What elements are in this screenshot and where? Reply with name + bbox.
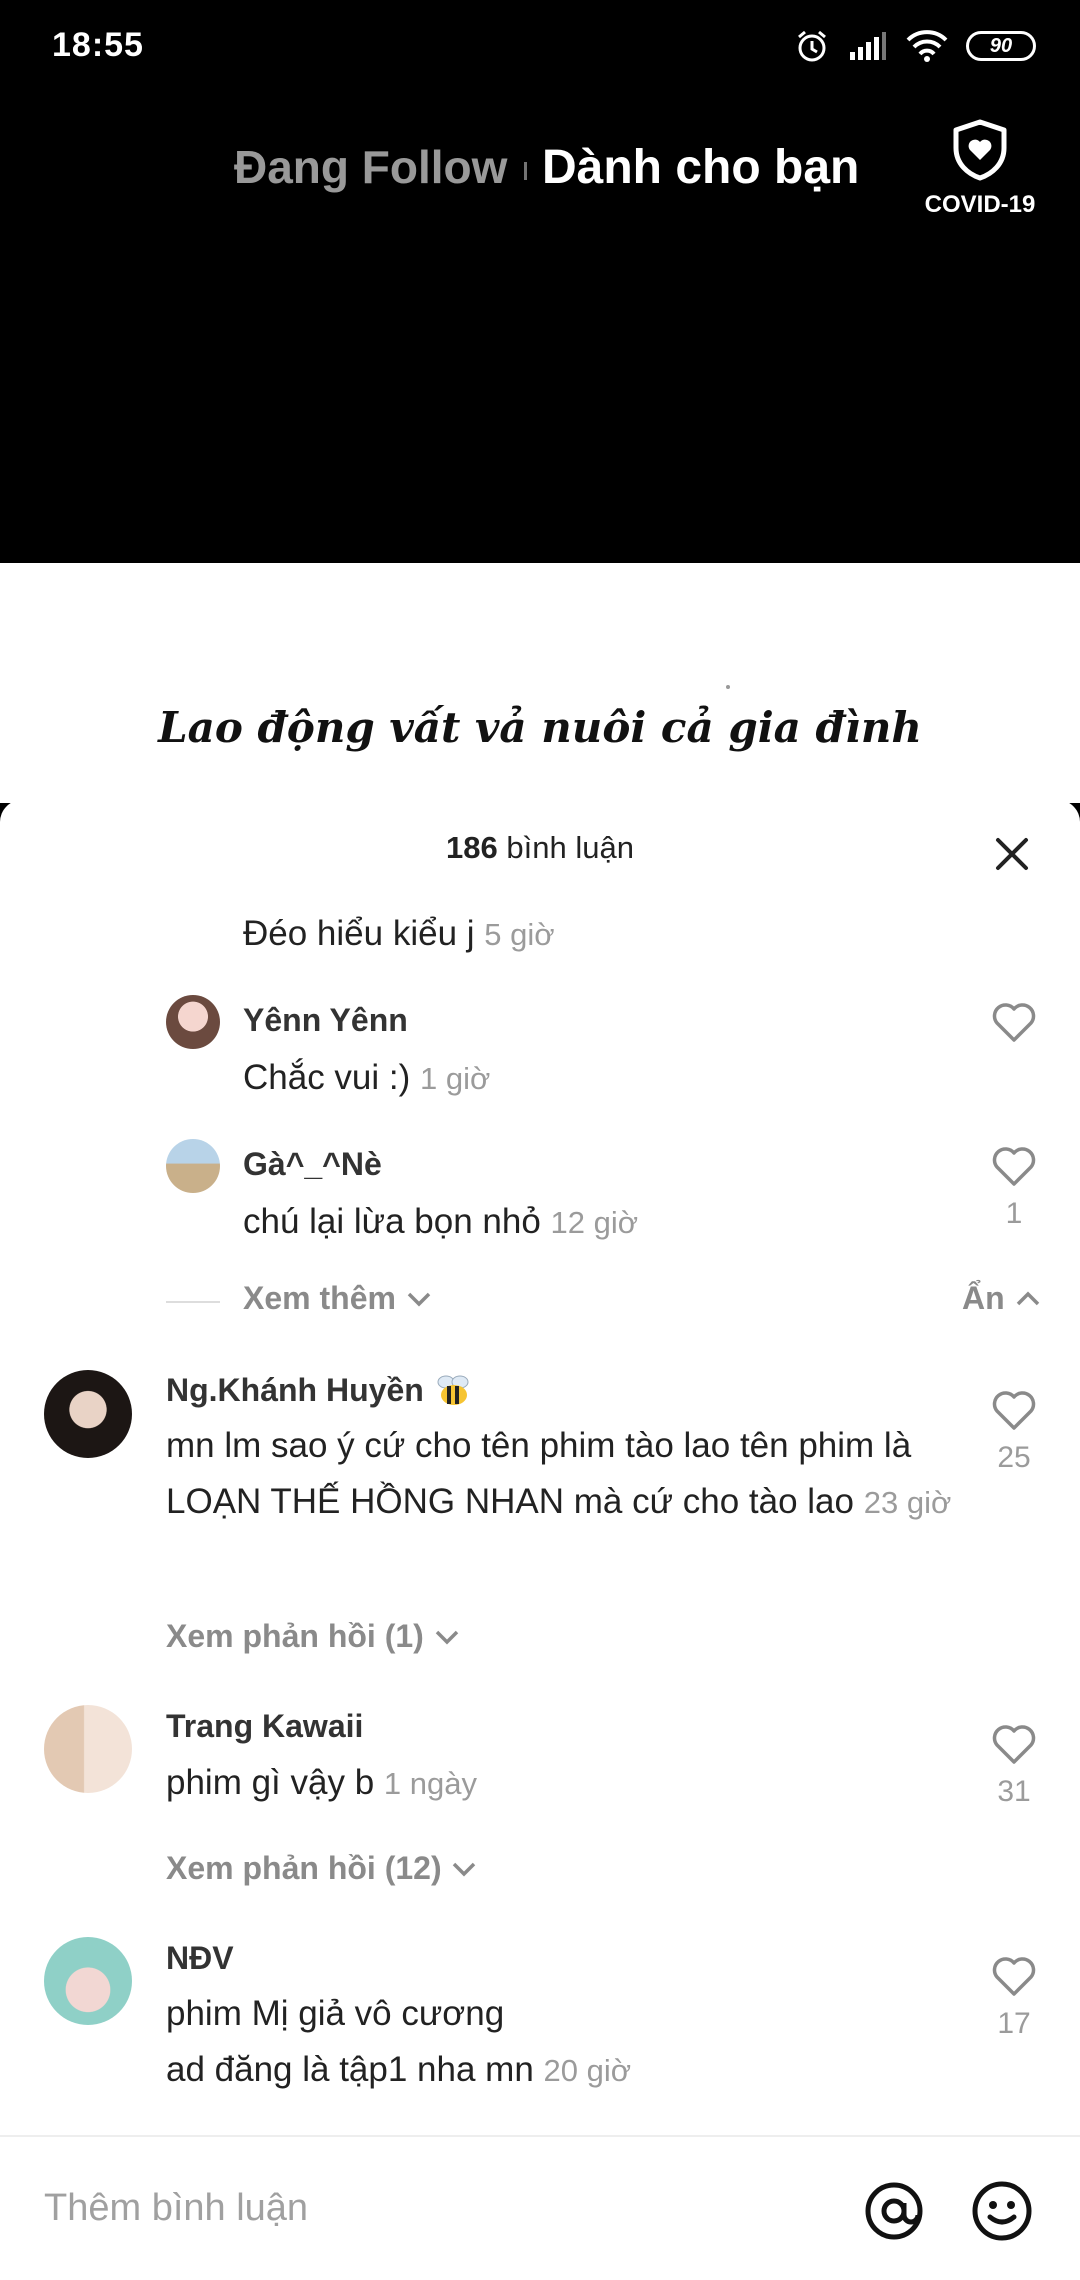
- comment-text: mn lm sao ý cứ cho tên phim tào lao tên …: [166, 1426, 912, 1521]
- shield-heart-icon: [953, 119, 1007, 181]
- video-frame[interactable]: Lao động vất vả nuôi cả gia đình: [0, 563, 1080, 803]
- covid-label: COVID-19: [924, 191, 1036, 218]
- heart-icon: [992, 1725, 1036, 1764]
- like-button[interactable]: 1: [985, 1146, 1043, 1231]
- bee-emoji: [437, 1375, 469, 1405]
- comment-time: 12 giờ: [550, 1205, 639, 1240]
- comment-input-bar: [0, 2135, 1080, 2280]
- comment-time: 1 ngày: [383, 1766, 477, 1801]
- comment-text-wrap: phim Mị giả vô cương ad đăng là tập1 nha…: [166, 1986, 631, 2099]
- tab-following[interactable]: Đang Follow: [234, 140, 507, 194]
- signal-icon: [850, 32, 886, 60]
- hide-replies[interactable]: Ẩn: [962, 1280, 1042, 1317]
- battery-indicator: 90: [966, 31, 1036, 61]
- view-replies-label: Xem phản hồi (12): [166, 1850, 442, 1886]
- comment-text-wrap: phim gì vậy b 1 ngày: [166, 1755, 477, 1812]
- comment-text-wrap: mn lm sao ý cứ cho tên phim tào lao tên …: [166, 1418, 956, 1531]
- avatar[interactable]: [44, 1705, 132, 1793]
- comment-time: 20 giờ: [543, 2053, 632, 2088]
- chevron-down-icon: [435, 1630, 458, 1645]
- heart-icon: [992, 1003, 1036, 1042]
- heart-icon: [992, 1957, 1036, 1996]
- avatar[interactable]: [44, 1937, 132, 2025]
- comment-text-wrap: chú lại lừa bọn nhỏ 12 giờ: [243, 1194, 638, 1251]
- comment-username[interactable]: Yênn Yênn: [243, 1002, 408, 1039]
- view-more-label: Xem thêm: [243, 1280, 396, 1316]
- comment-text-wrap: Đéo hiểu kiểu j 5 giờ: [243, 906, 555, 963]
- video-caption: Lao động vất vả nuôi cả gia đình: [158, 703, 922, 752]
- hide-label: Ẩn: [962, 1280, 1005, 1316]
- chevron-up-icon: [1016, 1291, 1039, 1306]
- comments-count-header: 186 bình luận: [0, 830, 1080, 866]
- comment-text: ad đăng là tập1 nha mn: [166, 2050, 534, 2089]
- comment-username[interactable]: Ng.Khánh Huyền: [166, 1372, 424, 1409]
- like-button[interactable]: 25: [985, 1390, 1043, 1475]
- avatar[interactable]: [166, 995, 220, 1049]
- avatar[interactable]: [44, 1370, 132, 1458]
- comment-time: 1 giờ: [420, 1061, 491, 1096]
- status-bar: 18:55 90: [0, 0, 1080, 96]
- chevron-down-icon: [407, 1292, 431, 1307]
- like-button[interactable]: 31: [985, 1724, 1043, 1809]
- view-replies[interactable]: Xem phản hồi (12): [166, 1850, 478, 1887]
- comment-username-wrap: Ng.Khánh Huyền: [166, 1372, 474, 1409]
- comments-count: 186: [446, 830, 498, 865]
- comment-username[interactable]: Gà^_^Nè: [243, 1146, 382, 1183]
- comment-text: Đéo hiểu kiểu j: [243, 914, 475, 953]
- heart-icon: [992, 1391, 1036, 1430]
- replies-divider-line: [166, 1301, 220, 1303]
- comment-text: phim gì vậy b: [166, 1763, 375, 1802]
- like-button[interactable]: 17: [985, 1956, 1043, 2041]
- view-replies-label: Xem phản hồi (1): [166, 1618, 424, 1654]
- comment-text: Chắc vui :): [243, 1058, 411, 1097]
- battery-level: 90: [989, 34, 1013, 57]
- like-count: 17: [997, 2007, 1031, 2040]
- chevron-down-icon: [453, 1862, 476, 1877]
- like-count: 1: [1005, 1197, 1023, 1230]
- status-time: 18:55: [52, 26, 144, 64]
- wifi-icon: [906, 30, 948, 62]
- comment-text-wrap: Chắc vui :) 1 giờ: [243, 1050, 490, 1107]
- at-icon[interactable]: [862, 2179, 926, 2243]
- comments-count-label: bình luận: [497, 830, 634, 865]
- comment-username[interactable]: NĐV: [166, 1940, 234, 1977]
- close-icon[interactable]: [990, 832, 1034, 876]
- comment-username[interactable]: Trang Kawaii: [166, 1708, 363, 1745]
- comment-time: 23 giờ: [863, 1485, 952, 1520]
- like-button[interactable]: [985, 1002, 1043, 1049]
- comment-text: phim Mị giả vô cương: [166, 1994, 505, 2033]
- like-count: 31: [997, 1775, 1031, 1808]
- view-replies[interactable]: Xem phản hồi (1): [166, 1618, 461, 1655]
- comment-input[interactable]: [44, 2183, 824, 2233]
- status-icons: 90: [794, 28, 1036, 64]
- emoji-icon[interactable]: [970, 2179, 1034, 2243]
- view-more-replies[interactable]: Xem thêm: [243, 1280, 433, 1317]
- comment-time: 5 giờ: [484, 917, 555, 952]
- tab-divider: [524, 162, 527, 180]
- heart-icon: [992, 1147, 1036, 1186]
- video-dot: [726, 685, 730, 689]
- comment-text: chú lại lừa bọn nhỏ: [243, 1202, 541, 1241]
- like-count: 25: [997, 1441, 1031, 1474]
- covid-button[interactable]: COVID-19: [912, 118, 1048, 219]
- tab-for-you[interactable]: Dành cho bạn: [542, 140, 859, 195]
- avatar[interactable]: [166, 1139, 220, 1193]
- alarm-icon: [798, 30, 826, 62]
